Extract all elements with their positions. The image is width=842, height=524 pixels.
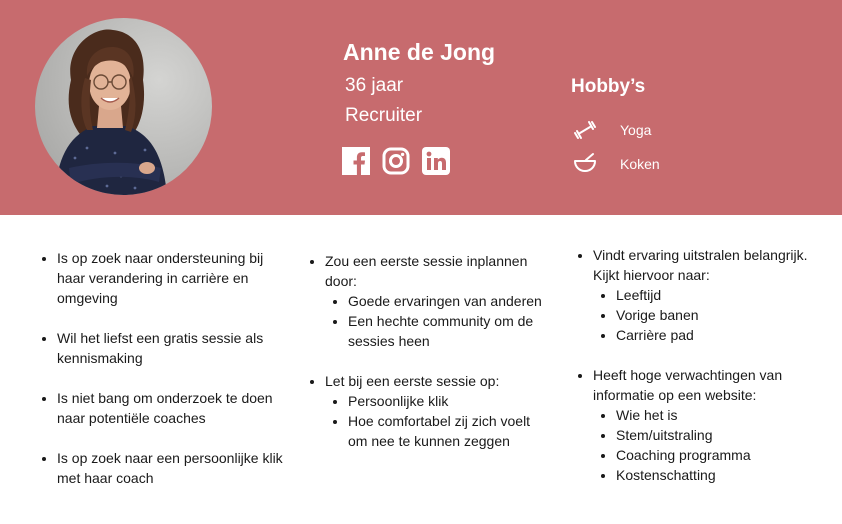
sub-list-item: Leeftijd — [616, 285, 814, 305]
list-item: Is op zoek naar ondersteuning bij haar v… — [57, 248, 283, 308]
sub-list-item: Hoe comfortabel zij zich voelt om nee te… — [348, 411, 546, 451]
list-item: Vindt ervaring uitstralen belangrijk. Ki… — [593, 245, 814, 345]
hobby-label: Koken — [620, 156, 660, 172]
sub-list-item: Wie het is — [616, 405, 814, 425]
hobby-label: Yoga — [620, 122, 652, 138]
sub-list-item: Carrière pad — [616, 325, 814, 345]
sub-list: Leeftijd Vorige banen Carrière pad — [593, 285, 814, 345]
list-item: Is niet bang om onderzoek te doen naar p… — [57, 388, 283, 428]
needs-list: Vindt ervaring uitstralen belangrijk. Ki… — [574, 245, 814, 485]
profile-header: Anne de Jong 36 jaar Recruiter Hobby’s Y… — [0, 0, 842, 215]
needs-list: Zou een eerste sessie inplannen door: Go… — [306, 251, 546, 451]
sub-list-item: Kostenschatting — [616, 465, 814, 485]
sub-list: Goede ervaringen van anderen Een hechte … — [325, 291, 546, 351]
persona-name: Anne de Jong — [343, 39, 496, 65]
list-item-text: Vindt ervaring uitstralen belangrijk. Ki… — [593, 247, 808, 283]
list-item: Wil het liefst een gratis sessie als ken… — [57, 328, 283, 368]
hobbies-title: Hobby’s — [571, 76, 646, 97]
list-item: Let bij een eerste sessie op: Persoonlij… — [325, 371, 546, 451]
bowl-icon — [572, 152, 598, 174]
list-item: Is op zoek naar een persoonlijke klik me… — [57, 448, 283, 488]
dumbbell-icon — [572, 119, 598, 141]
list-item-text: Let bij een eerste sessie op: — [325, 373, 500, 389]
sub-list: Wie het is Stem/uitstraling Coaching pro… — [593, 405, 814, 485]
instagram-icon[interactable] — [382, 147, 410, 175]
sub-list-item: Vorige banen — [616, 305, 814, 325]
list-item-text: Heeft hoge verwachtingen van informatie … — [593, 367, 783, 403]
list-item: Zou een eerste sessie inplannen door: Go… — [325, 251, 546, 351]
list-item-text: Zou een eerste sessie inplannen door: — [325, 253, 528, 289]
persona-age: 36 jaar — [345, 75, 404, 96]
list-item: Heeft hoge verwachtingen van informatie … — [593, 365, 814, 485]
needs-column-2: Zou een eerste sessie inplannen door: Go… — [306, 251, 546, 471]
facebook-icon[interactable] — [342, 147, 370, 175]
sub-list: Persoonlijke klik Hoe comfortabel zij zi… — [325, 391, 546, 451]
sub-list-item: Een hechte community om de sessies heen — [348, 311, 546, 351]
needs-list: Is op zoek naar ondersteuning bij haar v… — [38, 248, 283, 488]
avatar — [35, 18, 212, 195]
sub-list-item: Persoonlijke klik — [348, 391, 546, 411]
needs-column-3: Vindt ervaring uitstralen belangrijk. Ki… — [574, 245, 814, 505]
persona-role: Recruiter — [345, 105, 423, 126]
linkedin-icon[interactable] — [422, 147, 450, 175]
needs-column-1: Is op zoek naar ondersteuning bij haar v… — [38, 248, 283, 508]
sub-list-item: Goede ervaringen van anderen — [348, 291, 546, 311]
sub-list-item: Stem/uitstraling — [616, 425, 814, 445]
sub-list-item: Coaching programma — [616, 445, 814, 465]
